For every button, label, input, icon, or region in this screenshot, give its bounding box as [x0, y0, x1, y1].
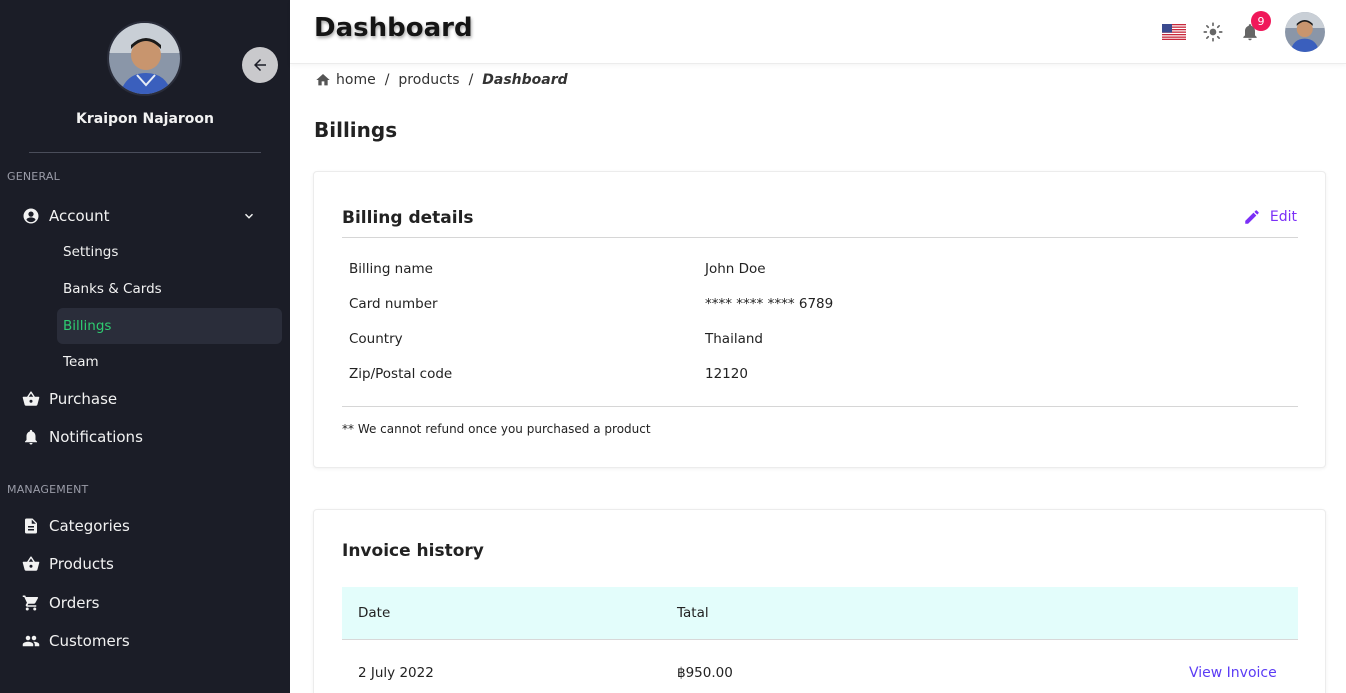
view-invoice-link[interactable]: View Invoice [1189, 665, 1277, 681]
people-icon [22, 632, 40, 650]
column-header-date: Date [358, 605, 391, 621]
card-number-label: Card number [349, 296, 438, 312]
sidebar-subitem-team[interactable]: Team [57, 344, 282, 380]
zip-label: Zip/Postal code [349, 366, 453, 382]
sidebar-item-label: Categories [49, 517, 130, 535]
sidebar-item-label: Customers [49, 632, 130, 650]
sidebar-subitem-label: Billings [63, 318, 112, 334]
sidebar-subitem-billings[interactable]: Billings [57, 308, 282, 344]
sidebar-subitem-label: Banks & Cards [63, 281, 162, 297]
top-header: Dashboard 9 [290, 0, 1346, 64]
zip-value: 12120 [705, 366, 748, 382]
sidebar-subitem-banks-cards[interactable]: Banks & Cards [57, 271, 282, 307]
breadcrumb-separator: / [468, 72, 474, 88]
user-avatar[interactable] [107, 21, 182, 96]
sidebar-subitem-settings[interactable]: Settings [57, 234, 282, 270]
billing-details-card: Billing details Edit Billing name John D… [313, 171, 1326, 468]
sidebar-item-label: Products [49, 555, 114, 573]
sidebar: Kraipon Najaroon GENERAL Account Setting… [0, 0, 290, 693]
sidebar-item-purchase[interactable]: Purchase [0, 381, 290, 417]
breadcrumb-current: Dashboard [482, 72, 568, 88]
us-flag-icon[interactable] [1162, 24, 1186, 40]
section-label-general: GENERAL [7, 170, 60, 183]
user-name: Kraipon Najaroon [76, 111, 214, 127]
billing-card-title: Billing details [342, 208, 474, 228]
invoice-card-title: Invoice history [342, 541, 484, 561]
document-icon [22, 517, 40, 535]
sidebar-divider [29, 152, 261, 153]
card-divider [342, 237, 1298, 238]
sidebar-item-account[interactable]: Account [0, 198, 290, 234]
header-user-avatar[interactable] [1285, 12, 1325, 52]
breadcrumb: home / products / Dashboard [315, 70, 568, 90]
sidebar-item-categories[interactable]: Categories [0, 508, 290, 544]
column-header-total: Tatal [677, 605, 709, 621]
sidebar-item-label: Purchase [49, 390, 118, 408]
account-circle-icon [22, 207, 40, 225]
sidebar-item-notifications[interactable]: Notifications [0, 419, 290, 455]
section-title: Billings [314, 118, 398, 142]
edit-label: Edit [1269, 209, 1297, 225]
invoice-total: ฿950.00 [677, 665, 733, 681]
cart-icon [22, 594, 40, 612]
basket-icon [22, 390, 40, 408]
theme-toggle-sun-icon[interactable] [1203, 22, 1223, 42]
pencil-icon [1245, 210, 1259, 224]
country-value: Thailand [705, 331, 763, 347]
breadcrumb-products[interactable]: products [398, 72, 459, 88]
home-icon[interactable] [315, 72, 331, 88]
breadcrumb-separator: / [384, 72, 390, 88]
sidebar-item-label: Notifications [49, 428, 143, 446]
sidebar-item-products[interactable]: Products [0, 546, 290, 582]
section-label-management: MANAGEMENT [7, 483, 89, 496]
bell-icon [22, 428, 40, 446]
billing-name-value: John Doe [705, 261, 766, 277]
chevron-down-icon[interactable] [242, 209, 256, 223]
breadcrumb-home[interactable]: home [336, 72, 376, 88]
invoice-table-header: Date Tatal [342, 587, 1298, 640]
billing-name-label: Billing name [349, 261, 433, 277]
invoice-history-card: Invoice history Date Tatal 2 July 2022 ฿… [313, 509, 1326, 693]
arrow-left-icon [254, 59, 266, 71]
collapse-sidebar-button[interactable] [242, 47, 278, 83]
sidebar-item-customers[interactable]: Customers [0, 623, 290, 659]
country-label: Country [349, 331, 403, 347]
sidebar-subitem-label: Settings [63, 244, 119, 260]
sidebar-subitem-label: Team [63, 354, 99, 370]
card-divider [342, 406, 1298, 407]
invoice-date: 2 July 2022 [358, 665, 434, 681]
refund-note: ** We cannot refund once you purchased a… [342, 422, 651, 436]
page-title: Dashboard [314, 13, 473, 43]
sidebar-item-label: Account [49, 207, 110, 225]
notification-badge: 9 [1251, 11, 1271, 31]
edit-billing-button[interactable]: Edit [1243, 208, 1297, 226]
basket-icon [22, 555, 40, 573]
card-number-value: **** **** **** 6789 [705, 296, 834, 312]
sidebar-item-label: Orders [49, 594, 100, 612]
sidebar-item-orders[interactable]: Orders [0, 585, 290, 621]
